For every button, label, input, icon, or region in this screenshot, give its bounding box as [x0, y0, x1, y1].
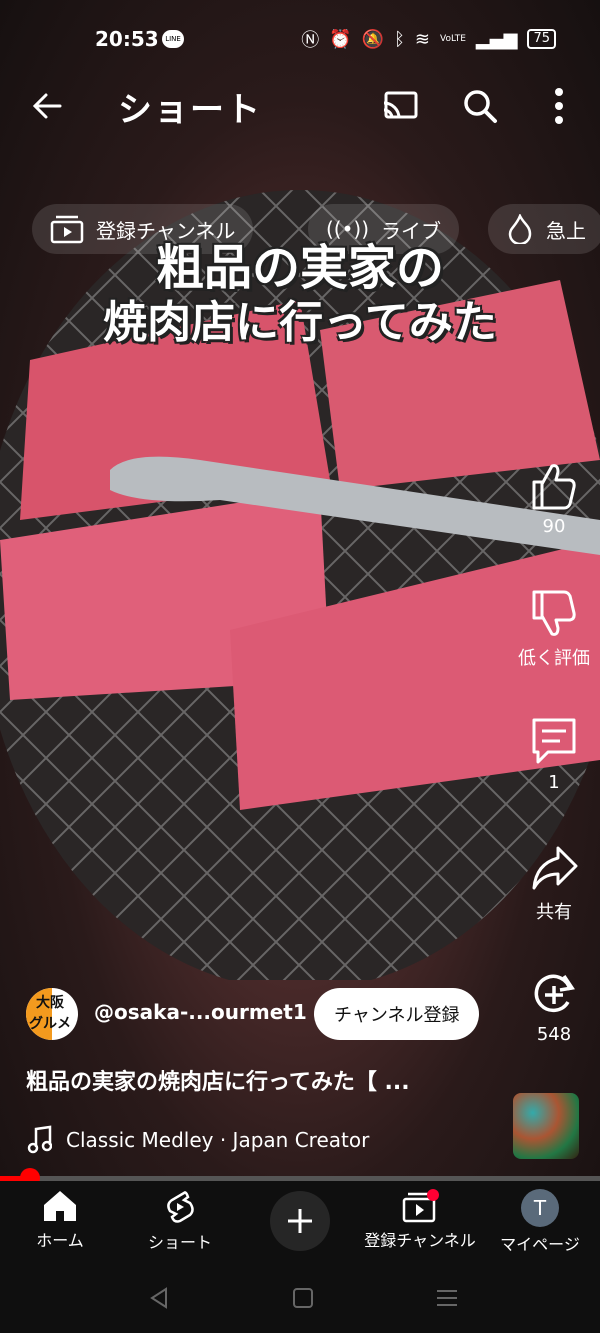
video-caption-line2: 焼肉店に行ってみた	[103, 297, 497, 348]
video-title[interactable]: 粗品の実家の焼肉店に行ってみた【 ...	[26, 1064, 410, 1096]
thumbs-down-icon	[532, 590, 576, 636]
signal-icon: ▂▄▆	[475, 28, 518, 50]
bottom-navigation: ホーム ショート 登録チャンネル T マイページ	[0, 1181, 600, 1265]
nav-subscriptions[interactable]: 登録チャンネル	[360, 1189, 480, 1251]
status-time: 20:53	[95, 27, 159, 51]
mute-icon: 🔕	[361, 28, 385, 50]
music-text: Classic Medley · Japan Creator	[66, 1128, 370, 1152]
channel-avatar[interactable]: 大阪 グルメ	[26, 988, 78, 1040]
dislike-label: 低く評価	[518, 648, 590, 669]
home-icon	[44, 1191, 76, 1221]
subscriptions-icon	[402, 1189, 439, 1223]
page-title: ショート	[118, 90, 262, 130]
nav-label: ショート	[147, 1233, 212, 1252]
top-bar: ショート	[0, 78, 600, 134]
search-icon[interactable]	[460, 86, 500, 126]
share-button[interactable]: 共有	[508, 842, 600, 924]
more-options-icon[interactable]	[546, 84, 572, 128]
nav-my-page[interactable]: T マイページ	[480, 1189, 600, 1255]
system-back-icon[interactable]	[146, 1285, 172, 1311]
shorts-icon	[167, 1191, 194, 1223]
battery-indicator: 75	[527, 29, 556, 49]
music-row[interactable]: Classic Medley · Japan Creator	[26, 1122, 496, 1158]
account-avatar: T	[521, 1189, 559, 1227]
music-note-icon	[27, 1125, 52, 1154]
volte-indicator: VoLTE	[439, 34, 466, 44]
like-count: 90	[542, 516, 566, 537]
comment-count: 1	[548, 772, 560, 793]
alarm-icon: ⏰	[329, 28, 352, 50]
remix-count: 548	[536, 1024, 572, 1045]
plus-icon	[288, 1209, 312, 1233]
share-label: 共有	[536, 902, 572, 923]
avatar-text-bottom: グルメ	[29, 1016, 71, 1032]
system-navigation-bar	[0, 1265, 600, 1333]
like-button[interactable]: 90	[508, 460, 600, 537]
nav-label: ホーム	[36, 1231, 84, 1250]
remix-button[interactable]: 548	[508, 968, 600, 1045]
system-menu-icon[interactable]	[434, 1285, 460, 1311]
dislike-button[interactable]: 低く評価	[508, 588, 600, 670]
system-home-icon[interactable]	[290, 1285, 316, 1311]
back-arrow-icon[interactable]	[28, 86, 68, 126]
music-thumbnail[interactable]	[513, 1093, 579, 1159]
create-button[interactable]	[270, 1191, 330, 1251]
share-arrow-icon	[532, 846, 578, 890]
remix-icon	[534, 974, 575, 1013]
avatar-text-top: 大阪	[36, 995, 64, 1011]
line-notification-icon: LINE	[162, 30, 184, 48]
comment-icon	[532, 718, 576, 764]
cast-icon[interactable]	[380, 88, 420, 124]
thumbs-up-icon	[532, 464, 576, 510]
nfc-icon: Ⓝ	[301, 30, 320, 51]
channel-handle[interactable]: @osaka-...ourmet1	[94, 1000, 307, 1024]
nav-label: 登録チャンネル	[364, 1231, 476, 1250]
nav-home[interactable]: ホーム	[0, 1189, 120, 1251]
status-bar: 20:53 LINE Ⓝ ⏰ 🔕 ᛒ ≋ VoLTE ▂▄▆ 75	[0, 22, 600, 62]
nav-shorts[interactable]: ショート	[120, 1189, 240, 1253]
wifi-icon: ≋	[414, 28, 430, 50]
status-icons: Ⓝ ⏰ 🔕 ᛒ ≋ VoLTE ▂▄▆ 75	[301, 26, 556, 52]
nav-label: マイページ	[500, 1235, 580, 1254]
bluetooth-icon: ᛒ	[394, 28, 405, 50]
channel-row: 大阪 グルメ @osaka-...ourmet1 チャンネル登録	[26, 986, 506, 1042]
comment-button[interactable]: 1	[508, 716, 600, 793]
subscribe-button[interactable]: チャンネル登録	[314, 988, 480, 1040]
